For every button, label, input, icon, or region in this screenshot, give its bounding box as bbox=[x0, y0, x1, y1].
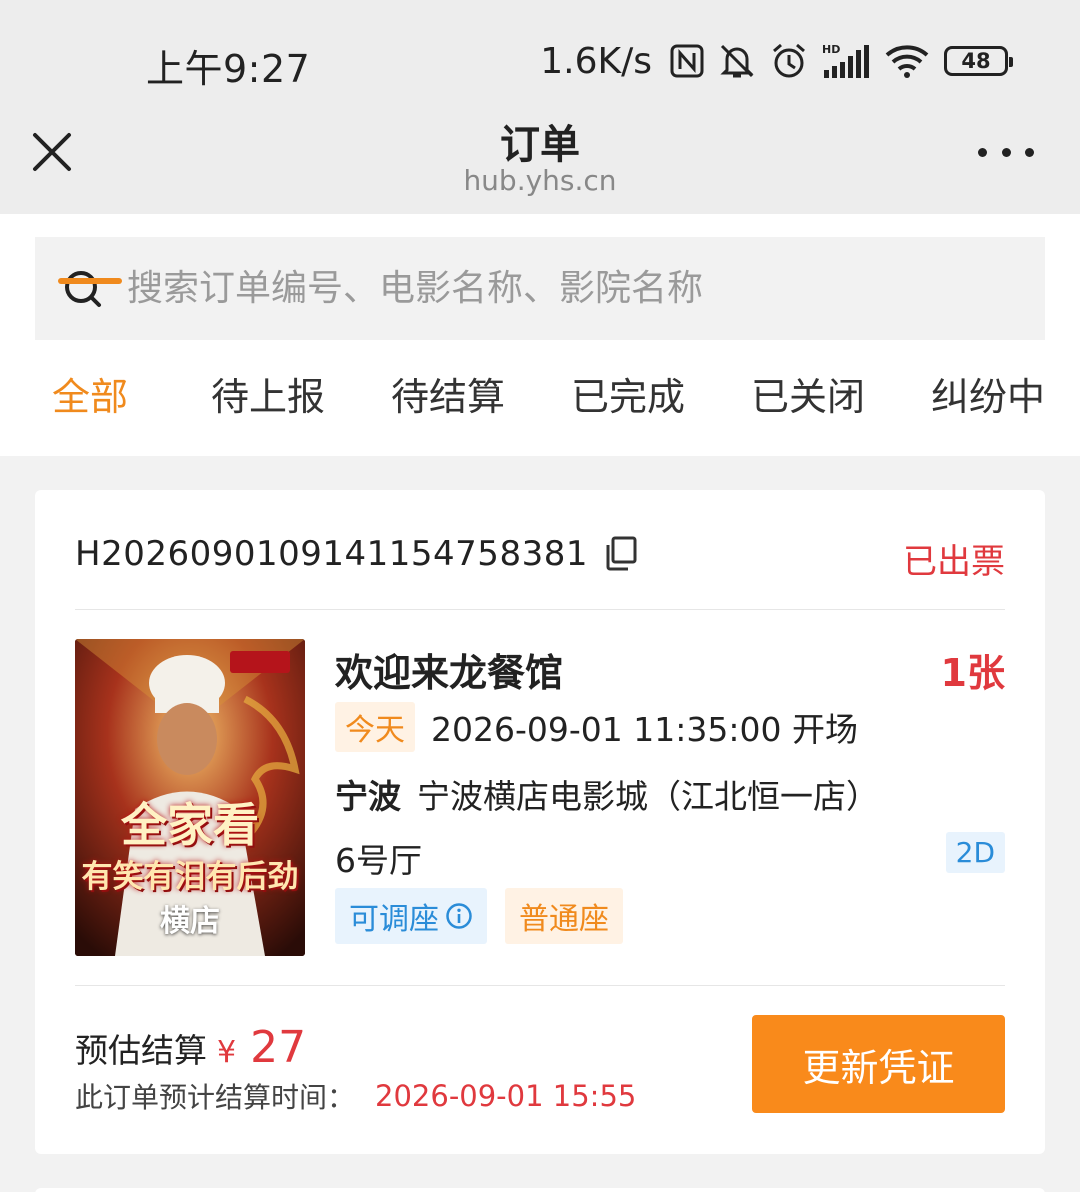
order-number-row: H2026090109141154758381 bbox=[75, 534, 638, 574]
hall-number: 6号厅 bbox=[335, 841, 422, 880]
currency-symbol: ¥ bbox=[217, 1035, 237, 1070]
tab-pending-settlement[interactable]: 待结算 bbox=[391, 369, 505, 456]
adjustable-seat-label: 可调座 bbox=[349, 902, 439, 937]
search-input[interactable] bbox=[127, 268, 1027, 309]
hd-signal-icon: HD bbox=[822, 42, 870, 80]
info-icon[interactable] bbox=[445, 902, 473, 930]
tab-pending-report[interactable]: 待上报 bbox=[211, 369, 325, 456]
settlement-amount: 27 bbox=[250, 1022, 307, 1073]
showtime: 2026-09-01 11:35:00 开场 bbox=[431, 710, 858, 749]
order-status-badge: 已出票 bbox=[903, 542, 1005, 582]
ticket-count: 1张 bbox=[940, 651, 1005, 695]
movie-title: 欢迎来龙餐馆 bbox=[335, 651, 564, 695]
today-badge: 今天 bbox=[335, 702, 415, 752]
settlement-time-label: 此订单预计结算时间： bbox=[75, 1081, 356, 1114]
order-status-tabs: 全部 待上报 待结算 已完成 已关闭 纠纷中 bbox=[0, 369, 1080, 456]
settlement-time-row: 此订单预计结算时间： 2026-09-01 15:55 bbox=[75, 1076, 636, 1116]
wifi-icon bbox=[884, 43, 930, 79]
status-icons: 1.6K/s HD 48 bbox=[540, 38, 1013, 84]
status-time: 上午9:27 bbox=[146, 47, 311, 91]
filter-panel: 全部 待上报 待结算 已完成 已关闭 纠纷中 bbox=[0, 214, 1080, 456]
tab-all[interactable]: 全部 bbox=[52, 369, 128, 456]
poster-slogan: 全家看 bbox=[121, 798, 259, 852]
more-options-button[interactable] bbox=[978, 144, 1034, 160]
battery-icon: 48 bbox=[944, 46, 1013, 76]
network-speed: 1.6K/s bbox=[540, 40, 652, 82]
poster-tagline: 有笑有泪有后劲 bbox=[81, 859, 299, 895]
search-icon bbox=[65, 270, 101, 307]
more-dot-icon bbox=[978, 147, 987, 157]
format-badge: 2D bbox=[945, 832, 1005, 873]
settlement-time: 2026-09-01 15:55 bbox=[375, 1079, 637, 1113]
alarm-icon bbox=[770, 42, 808, 80]
settlement-row: 预估结算 ¥ 27 bbox=[75, 1022, 306, 1073]
order-card[interactable]: H2026090109141154758381 已出票 全家看 有笑有泪有后劲 bbox=[35, 490, 1045, 1154]
settlement-label: 预估结算 bbox=[75, 1031, 207, 1070]
more-dot-icon bbox=[1001, 147, 1011, 157]
order-number: H2026090109141154758381 bbox=[75, 534, 588, 574]
active-tab-indicator bbox=[58, 278, 122, 284]
page-domain: hub.yhs.cn bbox=[463, 164, 617, 197]
page-title: 订单 bbox=[500, 122, 580, 168]
cinema-row: 宁波 宁波横店电影城（江北恒一店） bbox=[335, 770, 879, 818]
mute-icon bbox=[718, 42, 756, 80]
tab-in-dispute[interactable]: 纠纷中 bbox=[931, 369, 1045, 456]
divider bbox=[75, 609, 1005, 610]
next-order-card[interactable] bbox=[35, 1188, 1045, 1192]
search-bar[interactable] bbox=[35, 237, 1045, 340]
update-voucher-button[interactable]: 更新凭证 bbox=[752, 1015, 1005, 1113]
tab-completed[interactable]: 已完成 bbox=[571, 369, 685, 456]
divider bbox=[75, 985, 1005, 986]
adjustable-seat-tag[interactable]: 可调座 bbox=[335, 888, 487, 944]
tab-closed[interactable]: 已关闭 bbox=[751, 369, 865, 456]
movie-poster[interactable]: 全家看 有笑有泪有后劲 横店 bbox=[75, 639, 305, 956]
showtime-row: 今天 2026-09-01 11:35:00 开场 bbox=[335, 702, 858, 752]
more-dot-icon bbox=[1025, 147, 1034, 157]
seat-tags: 可调座 普通座 bbox=[335, 888, 623, 944]
poster-cinema-label: 横店 bbox=[160, 904, 220, 939]
nav-bar: 订单 hub.yhs.cn bbox=[0, 110, 1080, 214]
copy-icon[interactable] bbox=[604, 536, 638, 572]
status-bar: 上午9:27 1.6K/s HD 48 bbox=[0, 0, 1080, 110]
nfc-icon bbox=[670, 44, 704, 78]
cinema-name: 宁波横店电影城（江北恒一店） bbox=[417, 777, 879, 816]
cinema-city: 宁波 bbox=[335, 777, 401, 816]
svg-text:HD: HD bbox=[822, 43, 840, 56]
seat-type-tag: 普通座 bbox=[505, 888, 623, 944]
